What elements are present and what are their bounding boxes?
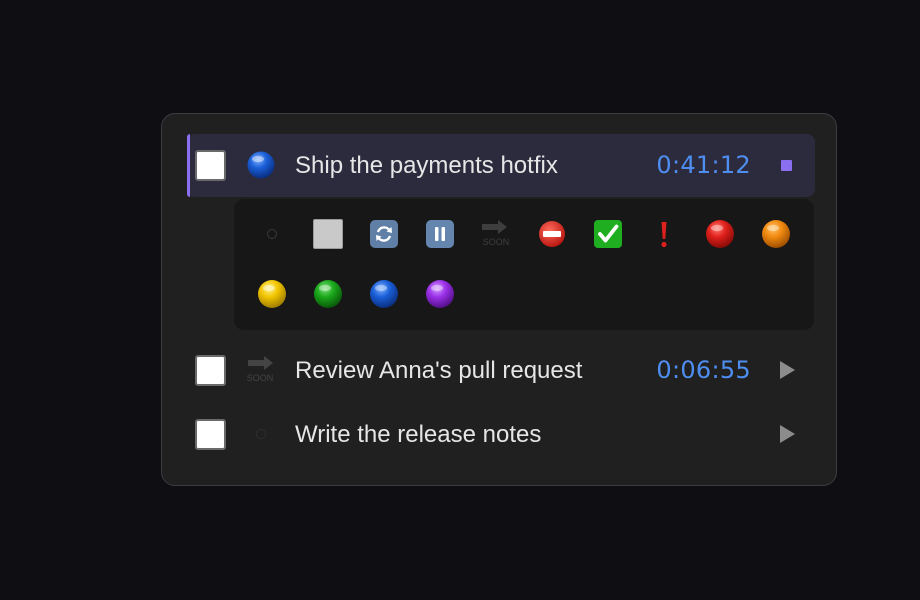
status-option-no-entry[interactable] (532, 214, 572, 254)
white-square-icon (313, 219, 343, 249)
blue-ball-icon (247, 151, 275, 179)
soon-arrow-icon: SOON (482, 220, 510, 247)
check-mark-icon (594, 220, 622, 248)
status-option-repeat[interactable] (364, 214, 404, 254)
svg-text:SOON: SOON (483, 237, 510, 247)
status-option-empty[interactable] (252, 214, 292, 254)
red-ball-icon (706, 220, 734, 248)
orange-ball-icon (762, 220, 790, 248)
blue-ball-icon (370, 280, 398, 308)
active-indicator (187, 134, 190, 197)
status-option-purple[interactable] (420, 274, 460, 314)
repeat-icon (370, 220, 398, 248)
task-row[interactable]: SOON Review Anna's pull request 0:06:55 (187, 339, 815, 402)
start-timer-button[interactable] (775, 359, 797, 381)
yellow-ball-icon (258, 280, 286, 308)
status-option-square[interactable] (308, 214, 348, 254)
status-option-soon[interactable]: SOON (476, 214, 516, 254)
status-option-yellow[interactable] (252, 274, 292, 314)
status-option-done[interactable] (588, 214, 628, 254)
stop-icon (780, 159, 792, 171)
play-icon (780, 361, 795, 379)
play-icon (780, 425, 795, 443)
exclamation-icon (661, 222, 667, 248)
status-option-red[interactable] (700, 214, 740, 254)
task-checkbox[interactable] (195, 355, 226, 386)
pause-icon (426, 220, 454, 248)
task-status-button[interactable]: SOON (245, 354, 277, 386)
task-row[interactable]: Write the release notes (187, 403, 815, 466)
empty-circle-icon (256, 429, 266, 439)
task-title[interactable]: Write the release notes (295, 419, 541, 450)
task-checkbox[interactable] (195, 419, 226, 450)
stop-timer-button[interactable] (775, 154, 797, 176)
no-entry-icon (539, 221, 565, 247)
purple-ball-icon (426, 280, 454, 308)
status-option-urgent[interactable] (644, 214, 684, 254)
task-row-active[interactable]: Ship the payments hotfix 0:41:12 (187, 134, 815, 197)
status-option-blue[interactable] (364, 274, 404, 314)
soon-arrow-icon: SOON (247, 356, 274, 383)
empty-circle-icon (267, 229, 277, 239)
task-timer: 0:06:55 (656, 356, 751, 384)
task-timer: 0:41:12 (656, 151, 751, 179)
task-status-button[interactable] (245, 149, 277, 181)
task-title[interactable]: Ship the payments hotfix (295, 150, 558, 181)
status-option-orange[interactable] (756, 214, 796, 254)
task-checkbox[interactable] (195, 150, 226, 181)
green-ball-icon (314, 280, 342, 308)
status-picker: SOON (234, 199, 814, 330)
start-timer-button[interactable] (775, 423, 797, 445)
status-option-pause[interactable] (420, 214, 460, 254)
svg-text:SOON: SOON (247, 373, 274, 383)
task-status-button[interactable] (245, 418, 277, 450)
status-option-green[interactable] (308, 274, 348, 314)
task-title[interactable]: Review Anna's pull request (295, 355, 582, 386)
task-list-panel: Ship the payments hotfix 0:41:12 SOON SO… (161, 113, 837, 486)
